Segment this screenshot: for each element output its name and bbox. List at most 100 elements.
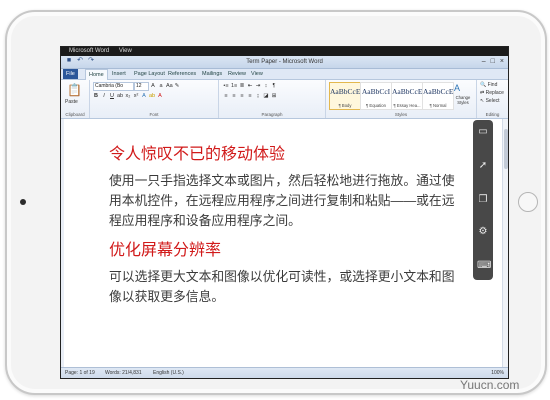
- window-title: Term Paper - Microsoft Word: [246, 59, 323, 65]
- title-bar: ■ ↶ ↷ Term Paper - Microsoft Word – □ ×: [61, 56, 508, 69]
- tab-home[interactable]: Home: [85, 69, 108, 80]
- find-button[interactable]: 🔍 Find: [480, 82, 497, 88]
- vertical-scrollbar[interactable]: [502, 119, 508, 367]
- borders-icon[interactable]: ⊞: [271, 93, 277, 99]
- os-menu-view[interactable]: View: [119, 48, 132, 54]
- os-menu-bar: Microsoft Word View: [61, 47, 508, 56]
- page-count[interactable]: Page: 1 of 19: [65, 368, 95, 378]
- sort-icon[interactable]: ↕: [263, 83, 269, 89]
- mouse-icon[interactable]: ➚: [477, 160, 489, 172]
- heading-resolution: 优化屏幕分辨率: [109, 242, 222, 259]
- increase-indent-icon[interactable]: ⇥: [255, 83, 261, 89]
- status-bar: Page: 1 of 19 Words: 21/4,831 English (U…: [61, 367, 508, 378]
- watermark: Yuucn.com: [460, 378, 520, 392]
- styles-group: AaBbCcE ¶ Body AaBbCcI ¶ Equation AaBbCc…: [326, 80, 477, 118]
- ipad-frame: Microsoft Word View ■ ↶ ↷ Term Paper - M…: [5, 10, 547, 395]
- clipboard-label: Clipboard: [65, 112, 85, 117]
- font-size-buttons: A a Aa ✎: [150, 83, 180, 89]
- shading-icon[interactable]: ◪: [263, 93, 269, 99]
- format-buttons: B I U ab x₂ x² A ab A: [93, 93, 163, 99]
- style-name: ¶ Essay Hea...: [393, 103, 421, 108]
- tab-view[interactable]: View: [248, 69, 266, 79]
- maximize-icon[interactable]: □: [491, 57, 495, 66]
- language[interactable]: English (U.S.): [153, 368, 184, 378]
- highlight-icon[interactable]: ab: [149, 93, 155, 99]
- remote-toolbar: ▭ ➚ ❐ ⚙ ⌨: [473, 120, 493, 280]
- tab-mailings[interactable]: Mailings: [199, 69, 225, 79]
- style-name: ¶ Body: [338, 103, 352, 108]
- document-area[interactable]: 令人惊叹不已的移动体验 使用一只手指选择文本或图片，然后轻松地进行拖放。通过使 …: [61, 119, 508, 367]
- style-name: ¶ Normal: [429, 103, 447, 108]
- tab-page-layout[interactable]: Page Layout: [131, 69, 168, 79]
- align-right-icon[interactable]: ≡: [239, 93, 245, 99]
- font-name-field[interactable]: Cambria (Bo: [93, 82, 134, 91]
- change-case-icon[interactable]: Aa: [166, 83, 173, 89]
- font-label: Font: [149, 112, 159, 117]
- numbering-icon[interactable]: 1≡: [231, 83, 237, 89]
- editing-group: 🔍 Find ⇄ Replace ↖ Select Editing: [477, 80, 508, 118]
- change-styles-icon[interactable]: A: [454, 83, 460, 93]
- justify-icon[interactable]: ≡: [247, 93, 253, 99]
- style-sample: AaBbCcE: [423, 87, 454, 96]
- select-label: Select: [485, 98, 500, 104]
- os-menu-app[interactable]: Microsoft Word: [69, 48, 109, 54]
- tab-references[interactable]: References: [165, 69, 199, 79]
- style-body[interactable]: AaBbCcE ¶ Body: [329, 82, 361, 110]
- replace-label: Replace: [485, 90, 504, 96]
- tab-file[interactable]: File: [63, 69, 78, 79]
- vertical-ruler: [61, 119, 64, 367]
- scroll-thumb[interactable]: [504, 129, 508, 169]
- minimize-icon[interactable]: –: [482, 57, 486, 66]
- bullets-icon[interactable]: •≡: [223, 83, 229, 89]
- style-sample: AaBbCcI: [361, 87, 391, 96]
- line-spacing-icon[interactable]: ↨: [255, 93, 261, 99]
- superscript-icon[interactable]: x²: [133, 93, 139, 99]
- clear-format-icon[interactable]: ✎: [174, 83, 180, 89]
- select-button[interactable]: ↖ Select: [480, 98, 500, 104]
- window-controls: – □ ×: [482, 57, 504, 66]
- ribbon-tabs: File Home Insert Page Layout References …: [61, 69, 508, 80]
- tab-insert[interactable]: Insert: [109, 69, 129, 79]
- align-left-icon[interactable]: ≡: [223, 93, 229, 99]
- paste-button[interactable]: Paste: [65, 99, 78, 105]
- align-center-icon[interactable]: ≡: [231, 93, 237, 99]
- style-sample: AaBbCcE: [392, 87, 423, 96]
- change-styles-button[interactable]: Change Styles: [452, 95, 474, 105]
- paragraph-mobile-experience: 使用一只手指选择文本或图片，然后轻松地进行拖放。通过使 用本机控件，在远程应用程…: [109, 173, 455, 228]
- underline-icon[interactable]: U: [109, 93, 115, 99]
- tab-review[interactable]: Review: [225, 69, 249, 79]
- close-icon[interactable]: ×: [500, 57, 504, 66]
- heading-mobile-experience: 令人惊叹不已的移动体验: [109, 146, 286, 163]
- style-essay-heading[interactable]: AaBbCcE ¶ Essay Hea...: [391, 82, 423, 110]
- home-button[interactable]: [518, 192, 538, 212]
- style-normal[interactable]: AaBbCcE ¶ Normal: [422, 82, 454, 110]
- switch-windows-icon[interactable]: ❐: [477, 194, 489, 206]
- style-equation[interactable]: AaBbCcI ¶ Equation: [360, 82, 392, 110]
- list-buttons: •≡ 1≡ ≣ ⇤ ⇥ ↕ ¶: [223, 83, 277, 89]
- shrink-font-icon[interactable]: a: [158, 83, 164, 89]
- paste-icon[interactable]: 📋: [67, 83, 82, 97]
- replace-button[interactable]: ⇄ Replace: [480, 90, 504, 96]
- text-effects-icon[interactable]: A: [141, 93, 147, 99]
- word-count[interactable]: Words: 21/4,831: [105, 368, 142, 378]
- font-size-field[interactable]: 12: [134, 82, 149, 91]
- window-icon[interactable]: ▭: [477, 126, 489, 138]
- document-page[interactable]: 令人惊叹不已的移动体验 使用一只手指选择文本或图片，然后轻松地进行拖放。通过使 …: [109, 145, 508, 307]
- style-sample: AaBbCcE: [330, 87, 361, 96]
- subscript-icon[interactable]: x₂: [125, 93, 131, 99]
- word-window: Microsoft Word View ■ ↶ ↷ Term Paper - M…: [60, 46, 509, 379]
- styles-label: Styles: [394, 112, 408, 117]
- show-marks-icon[interactable]: ¶: [271, 83, 277, 89]
- bold-icon[interactable]: B: [93, 93, 99, 99]
- multilevel-icon[interactable]: ≣: [239, 83, 245, 89]
- settings-icon[interactable]: ⚙: [477, 226, 489, 238]
- strikethrough-icon[interactable]: ab: [117, 93, 123, 99]
- font-color-icon[interactable]: A: [157, 93, 163, 99]
- italic-icon[interactable]: I: [101, 93, 107, 99]
- font-group: Cambria (Bo 12 A a Aa ✎ B I U ab x₂ x² A…: [90, 80, 219, 118]
- grow-font-icon[interactable]: A: [150, 83, 156, 89]
- keyboard-icon[interactable]: ⌨: [477, 260, 491, 272]
- clipboard-group: 📋 Paste Clipboard: [61, 80, 90, 118]
- find-label: Find: [487, 82, 498, 88]
- decrease-indent-icon[interactable]: ⇤: [247, 83, 253, 89]
